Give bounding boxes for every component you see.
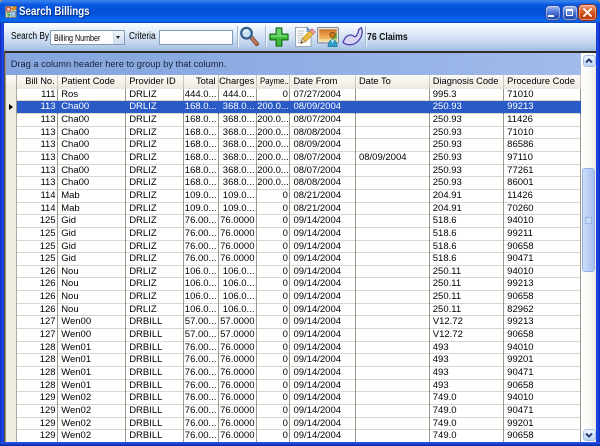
- svg-text:$: $: [7, 11, 11, 18]
